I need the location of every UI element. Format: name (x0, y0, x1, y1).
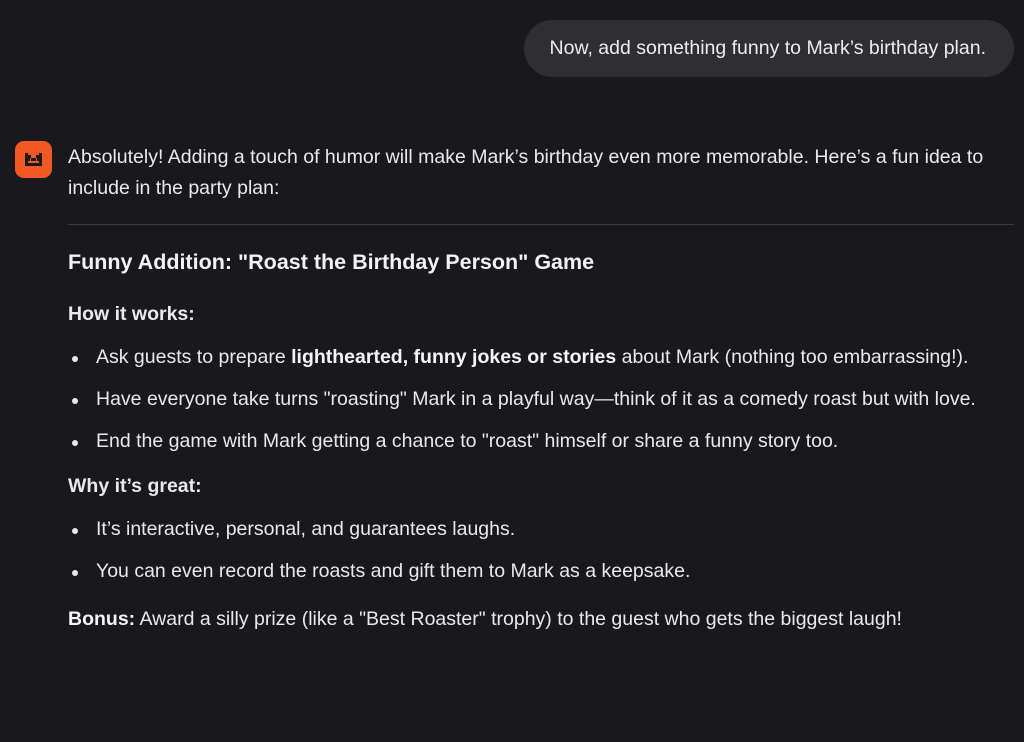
list-item: Ask guests to prepare lighthearted, funn… (68, 342, 1014, 373)
user-message-text: Now, add something funny to Mark’s birth… (549, 37, 986, 59)
bullet-icon (72, 570, 78, 576)
assistant-message: Absolutely! Adding a touch of humor will… (68, 141, 1014, 635)
why-great-list: It’s interactive, personal, and guarante… (68, 514, 1014, 587)
list-item: You can even record the roasts and gift … (68, 556, 1014, 587)
bonus-label: Bonus: (68, 608, 136, 630)
list-item: Have everyone take turns "roasting" Mark… (68, 384, 1014, 415)
assistant-intro: Absolutely! Adding a touch of humor will… (68, 146, 984, 199)
section-heading: Funny Addition: "Roast the Birthday Pers… (68, 250, 595, 274)
bonus-text: Award a silly prize (like a "Best Roaste… (135, 608, 902, 630)
bonus-paragraph: Bonus: Award a silly prize (like a "Best… (68, 604, 1014, 635)
bold-text: lighthearted, funny jokes or stories (291, 346, 617, 368)
user-message-bubble: Now, add something funny to Mark’s birth… (523, 20, 1014, 77)
list-item: It’s interactive, personal, and guarante… (68, 514, 1014, 545)
bullet-icon (72, 356, 78, 362)
bullet-icon (72, 528, 78, 534)
list-item: End the game with Mark getting a chance … (68, 426, 1014, 457)
how-it-works-list: Ask guests to prepare lighthearted, funn… (68, 342, 1014, 457)
bullet-icon (72, 440, 78, 446)
assistant-avatar (15, 141, 52, 178)
why-great-label: Why it’s great: (68, 475, 202, 497)
mistral-logo-icon (25, 153, 42, 166)
how-it-works-label: How it works: (68, 303, 195, 325)
bullet-icon (72, 398, 78, 404)
divider (68, 224, 1014, 225)
